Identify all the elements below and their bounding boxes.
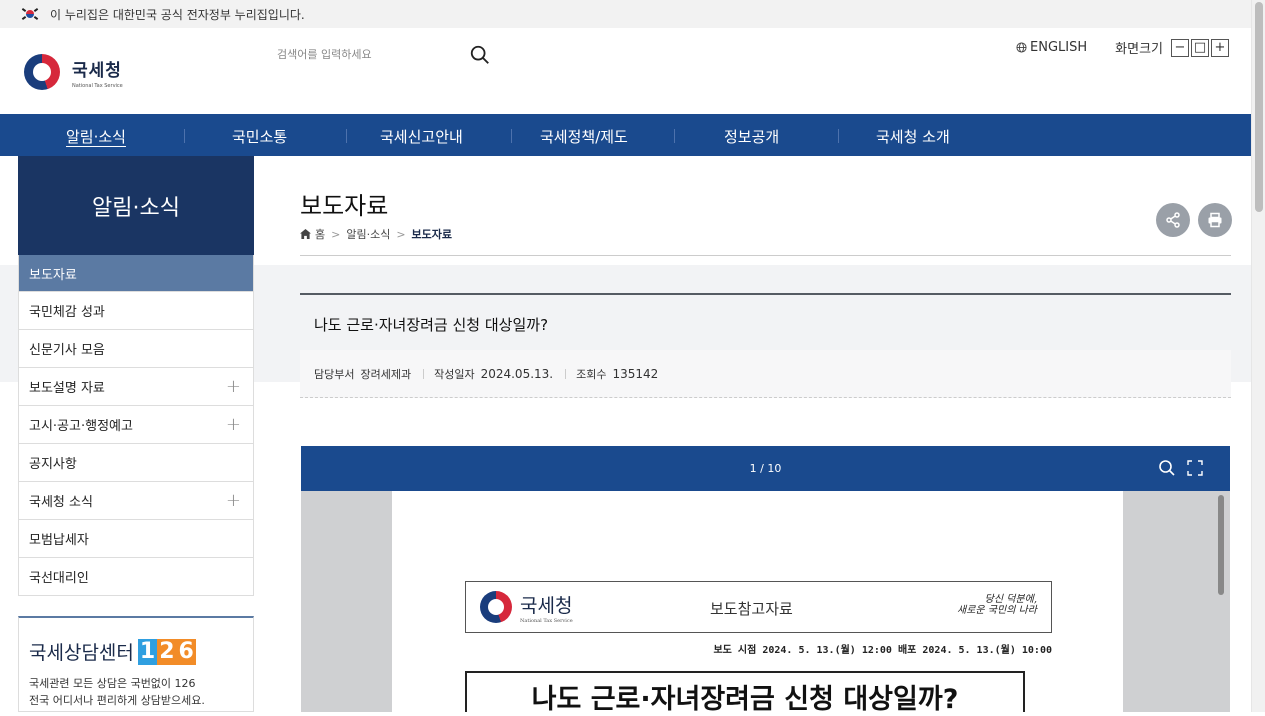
consult-digit: 1 [137,638,158,665]
consult-digit: 6 [176,638,196,665]
doc-org-sub: National Tax Service [520,617,573,624]
document-viewer[interactable]: 1 / 10 국세청 National Tax Service 보도참고자료 당… [301,446,1230,715]
date-value: 2024.05.13. [480,366,554,381]
sidebar-item-explanation[interactable]: 보도설명 자료 + [19,367,253,405]
doc-org-name: 국세청 [520,594,573,617]
expand-plus-icon[interactable]: + [226,376,241,397]
sidebar-item-nts-news[interactable]: 국세청 소식 + [19,481,253,519]
expand-plus-icon[interactable]: + [226,490,241,511]
fullscreen-icon[interactable] [1187,460,1203,476]
nav-item-news[interactable]: 알림·소식 [66,126,126,147]
doc-slogan-line1: 당신 덕분에, [984,594,1037,605]
dept-label: 담당부서 [314,367,355,381]
print-icon [1208,212,1222,228]
sidebar-item-model-taxpayer[interactable]: 모범납세자 [19,519,253,557]
expand-plus-icon[interactable]: + [226,414,241,435]
consult-desc-line2: 전국 어디서나 편리하게 상담받으세요. [29,694,205,707]
print-button[interactable] [1198,203,1232,237]
chevron-right-icon: > [331,227,341,241]
viewer-toolbar: 1 / 10 [301,446,1230,491]
sidebar-item-label: 국민체감 성과 [29,305,105,320]
nav-item-about[interactable]: 국세청 소개 [876,126,950,147]
doc-title: 나도 근로·자녀장려금 신청 대상일까? [465,671,1025,715]
consult-center-banner[interactable]: 국세상담센터 1 2 6 국세관련 모든 상담은 국번없이 126 전국 어디서… [18,616,254,712]
sidebar-item-label: 보도설명 자료 [29,381,105,396]
article-title: 나도 근로·자녀장려금 신청 대상일까? [300,293,1231,350]
logo-name: 국세청 [72,60,122,81]
date-label: 작성일자 [434,367,475,381]
zoom-label: 화면크기 [1115,42,1163,57]
english-label: ENGLISH [1030,40,1088,55]
article-meta: 담당부서 장려세제과 작성일자 2024.05.13. 조회수 135142 [300,350,1231,398]
sidebar-item-label: 고시·공고·행정예고 [29,419,133,434]
nav-item-tax-guide[interactable]: 국세신고안내 [380,126,463,147]
sidebar-menu: 보도자료 국민체감 성과 신문기사 모음 보도설명 자료 + 고시·공고·행정예… [18,255,254,596]
document-page: 국세청 National Tax Service 보도참고자료 당신 덕분에, … [392,491,1123,715]
consult-number: 1 2 6 [137,638,196,665]
breadcrumb-home[interactable]: 홈 [315,226,325,242]
sidebar-item-notices[interactable]: 고시·공고·행정예고 + [19,405,253,443]
doc-type: 보도참고자료 [710,600,793,618]
korea-flag-icon [21,8,39,20]
sidebar-item-label: 국세청 소식 [29,495,93,510]
doc-header: 국세청 National Tax Service 보도참고자료 당신 덕분에, … [465,581,1052,633]
zoom-search-icon[interactable] [1158,459,1176,477]
search-input[interactable]: 검색어를 입력하세요 [277,46,372,62]
page-indicator: 1 / 10 [749,462,782,475]
nts-logo-icon [24,54,60,90]
breadcrumb: 홈 > 알림·소식 > 보도자료 [300,226,452,242]
english-link[interactable]: ENGLISH [1016,40,1087,55]
dept-value: 장려세제과 [360,367,412,381]
breadcrumb-news[interactable]: 알림·소식 [346,226,390,242]
chevron-right-icon: > [396,227,406,241]
doc-release-time: 보도 시점 2024. 5. 13.(월) 12:00 배포 2024. 5. … [713,645,1052,656]
sidebar-item-label: 모범납세자 [29,533,89,548]
sidebar-item-label: 국선대리인 [29,571,89,586]
search-bar: 검색어를 입력하세요 [277,40,497,68]
nav-item-disclosure[interactable]: 정보공개 [724,126,779,147]
search-icon[interactable] [469,44,491,66]
zoom-in-button[interactable]: + [1211,38,1229,57]
nav-item-tax-policy[interactable]: 국세정책/제도 [540,126,628,147]
breadcrumb-current[interactable]: 보도자료 [412,226,452,242]
share-button[interactable] [1156,203,1190,237]
utility-menu: ENGLISH 화면크기 − □ + [1016,38,1229,57]
sidebar-title: 알림·소식 [18,156,254,255]
sidebar-item-public-agent[interactable]: 국선대리인 [19,557,253,595]
consult-desc-line1: 국세관련 모든 상담은 국번없이 126 [29,677,196,690]
sidebar-item-label: 신문기사 모음 [29,343,105,358]
doc-slogan: 당신 덕분에, 새로운 국민의 나라 [957,594,1037,616]
nts-logo-icon [480,591,512,623]
logo-sub: National Tax Service [72,82,123,89]
zoom-reset-button[interactable]: □ [1191,38,1209,57]
doc-slogan-line2: 새로운 국민의 나라 [957,605,1037,616]
sidebar-item-news-clipping[interactable]: 신문기사 모음 [19,329,253,367]
globe-icon [1016,42,1027,53]
sidebar-item-performance[interactable]: 국민체감 성과 [19,291,253,329]
gov-banner-text[interactable]: 이 누리집은 대한민국 공식 전자정부 누리집입니다. [50,6,305,23]
viewer-scrollbar[interactable] [1124,491,1230,712]
gov-banner: 이 누리집은 대한민국 공식 전자정부 누리집입니다. [0,0,1251,28]
site-logo[interactable]: 국세청 National Tax Service [24,54,123,90]
zoom-out-button[interactable]: − [1171,38,1189,57]
home-icon [300,229,311,239]
nav-item-communication[interactable]: 국민소통 [232,126,287,147]
sidebar-item-announcements[interactable]: 공지사항 [19,443,253,481]
share-icon [1166,212,1180,228]
sidebar-item-label: 보도자료 [29,267,77,283]
views-value: 135142 [612,366,659,381]
page-title: 보도자료 [300,192,389,220]
sidebar-item-press-release[interactable]: 보도자료 [19,255,253,291]
views-label: 조회수 [576,367,607,381]
consult-center-title: 국세상담센터 [29,642,134,664]
sidebar-item-label: 공지사항 [29,457,77,472]
page-scrollbar[interactable] [1251,0,1265,712]
main-nav: 알림·소식 국민소통 국세신고안내 국세정책/제도 정보공개 국세청 소개 [0,114,1251,156]
site-header: 국세청 National Tax Service 검색어를 입력하세요 ENGL… [0,28,1251,114]
consult-digit: 2 [157,638,177,665]
